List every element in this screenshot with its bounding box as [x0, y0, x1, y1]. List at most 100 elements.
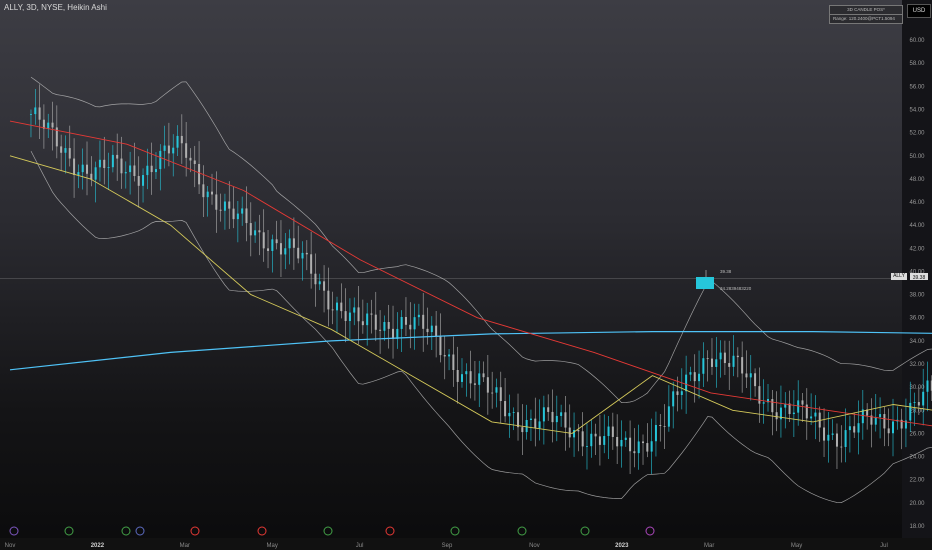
- candle-body: [211, 191, 214, 195]
- candle-body: [38, 107, 41, 120]
- candle-body: [853, 426, 856, 433]
- candle-body: [137, 176, 140, 186]
- price-chart[interactable]: 18.0020.0022.0024.0026.0028.0030.0032.00…: [0, 0, 932, 550]
- candle-body: [34, 107, 37, 115]
- candle-body: [254, 230, 257, 236]
- candle-body: [585, 446, 588, 447]
- candle-body: [392, 328, 395, 339]
- candle-body: [814, 412, 817, 417]
- y-tick-label: 44.00: [909, 223, 925, 229]
- candle-body: [917, 402, 920, 406]
- candle-body: [517, 412, 520, 428]
- candles-group: [29, 84, 932, 474]
- y-tick-label: 32.00: [909, 362, 925, 368]
- candle-body: [620, 439, 623, 447]
- event-marker-icon: [645, 526, 655, 536]
- candle-body: [310, 254, 313, 274]
- candle-body: [422, 314, 425, 329]
- candle-body: [831, 433, 834, 435]
- event-marker-icon: [323, 526, 333, 536]
- candle-body: [663, 425, 666, 427]
- candle-body: [607, 426, 610, 437]
- event-marker-icon: [121, 526, 131, 536]
- y-tick-label: 22.00: [909, 478, 925, 484]
- last-price-tag: ALLY: [891, 273, 907, 280]
- candle-body: [715, 359, 718, 367]
- candle-body: [443, 355, 446, 357]
- candle-body: [680, 391, 683, 395]
- candle-body: [301, 252, 304, 259]
- candle-body: [159, 150, 162, 170]
- y-tick-label: 34.00: [909, 339, 925, 345]
- candle-body: [792, 412, 795, 415]
- y-tick-label: 26.00: [909, 431, 925, 437]
- candle-body: [525, 419, 528, 433]
- candle-body: [689, 372, 692, 375]
- candle-body: [335, 302, 338, 311]
- candle-body: [473, 383, 476, 385]
- candle-body: [404, 316, 407, 325]
- candle-body: [465, 371, 468, 375]
- x-tick-label: 2022: [91, 543, 105, 549]
- candle-body: [180, 135, 183, 144]
- y-tick-label: 50.00: [909, 154, 925, 160]
- projection-bottom-label: 34.2839483220: [720, 286, 752, 291]
- candle-body: [512, 412, 515, 414]
- candle-body: [529, 418, 532, 420]
- candle-body: [409, 324, 412, 330]
- candle-body: [111, 154, 114, 168]
- candle-body: [883, 414, 886, 429]
- candle-body: [318, 281, 321, 285]
- candle-body: [542, 407, 545, 422]
- candle-body: [698, 373, 701, 382]
- candle-body: [534, 418, 537, 429]
- candle-body: [823, 427, 826, 441]
- candle-body: [439, 336, 442, 356]
- symbol-info: ALLY, 3D, NYSE, Heikin Ashi: [4, 3, 107, 12]
- candle-body: [193, 160, 196, 165]
- candle-body: [51, 122, 54, 128]
- candle-body: [262, 232, 265, 249]
- candle-body: [129, 165, 132, 173]
- x-tick-label: Jul: [880, 543, 888, 549]
- candle-body: [892, 421, 895, 434]
- candle-body: [887, 428, 890, 434]
- candle-body: [206, 191, 209, 198]
- event-marker-icon: [9, 526, 19, 536]
- candle-body: [340, 302, 343, 312]
- candle-body: [676, 391, 679, 395]
- candle-body: [478, 373, 481, 385]
- candle-body: [94, 167, 97, 180]
- indicator-range: Range: 120.2400@PCT1.5094: [833, 16, 895, 21]
- y-tick-label: 42.00: [909, 246, 925, 252]
- candle-body: [150, 165, 153, 173]
- candle-body: [232, 208, 235, 220]
- candle-body: [538, 421, 541, 429]
- candle-body: [383, 322, 386, 331]
- candle-body: [754, 373, 757, 387]
- candle-body: [236, 213, 239, 220]
- candle-body: [840, 446, 843, 448]
- candle-body: [848, 426, 851, 431]
- candle-body: [629, 437, 632, 452]
- candle-body: [133, 165, 136, 177]
- x-tick-label: May: [791, 543, 802, 549]
- candle-body: [568, 427, 571, 438]
- candle-body: [495, 387, 498, 393]
- candle-body: [654, 424, 657, 442]
- candle-body: [271, 239, 274, 251]
- x-tick-label: Sep: [442, 543, 453, 549]
- candle-body: [758, 386, 761, 404]
- currency-button[interactable]: USD: [907, 4, 931, 18]
- candle-body: [706, 358, 709, 360]
- candle-body: [370, 313, 373, 315]
- candle-body: [633, 451, 636, 454]
- candle-body: [594, 433, 597, 437]
- candle-body: [857, 423, 860, 433]
- ma-long-line: [9, 331, 932, 371]
- x-tick-label: Mar: [704, 543, 714, 549]
- event-marker-icon: [64, 526, 74, 536]
- candle-body: [745, 373, 748, 378]
- candle-body: [348, 312, 351, 322]
- candle-body: [167, 145, 170, 154]
